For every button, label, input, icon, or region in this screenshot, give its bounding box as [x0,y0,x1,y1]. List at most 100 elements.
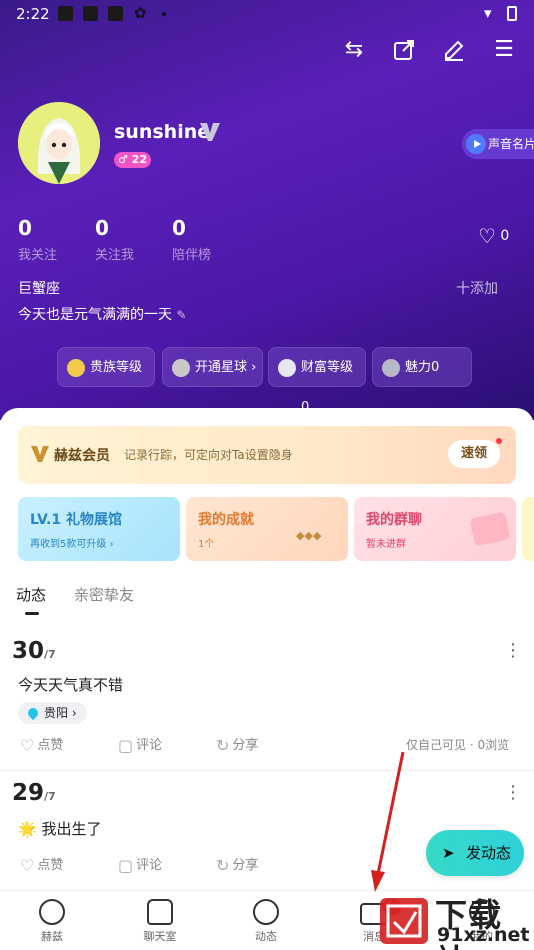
wealth-level-pill[interactable]: 财富等级 0 [268,347,366,415]
status-bar: 2:22 ✿ ▾ [0,0,534,28]
settings-status-icon: ✿ [134,4,147,22]
post-day: 30 [12,638,45,664]
share-button[interactable]: ↻ 分享 [216,854,258,875]
location-pin-icon [25,705,41,721]
level-value: 22 [131,153,147,166]
content-tabs: 动态 亲密挚友 [0,584,534,620]
heart-icon: ♡ [478,224,496,248]
nav-moments[interactable]: 动态 [226,899,306,944]
more-card[interactable] [522,497,534,561]
nav-chatroom[interactable]: 聊天室 [120,899,200,944]
pill-label: 开通星球 [195,360,248,375]
send-icon: ➤ [442,844,455,862]
like-label: 点赞 [37,858,64,873]
vip-v-icon [200,123,220,141]
like-label: 点赞 [37,738,64,753]
stat-companion-rank[interactable]: 0 陪伴榜 [172,216,211,263]
card-subtitle: 1个 [198,539,215,550]
active-tab-indicator [25,612,39,615]
post-month: /7 [44,648,56,661]
chatroom-icon [147,899,173,925]
stat-following[interactable]: 0 我关注 [18,216,57,263]
likes-value: 0 [500,228,510,244]
nav-hertz[interactable]: 赫兹 [12,899,92,944]
location-tag[interactable]: 贵阳 › [18,702,87,724]
wifi-icon: ▾ [484,4,492,22]
card-title: LV.1 礼物展馆 [30,512,122,528]
like-button[interactable]: ♡ 点赞 [20,854,63,875]
notification-icon [108,6,123,21]
add-tag-button[interactable]: 十添加 [456,278,498,298]
share-label: 分享 [232,858,259,873]
post-text: 今天天气真不错 [18,676,124,694]
charm-icon [382,359,400,377]
bio-text: 今天也是元气满满的一天 [18,307,172,323]
post-date: 30/7 [12,638,56,664]
charm-pill[interactable]: 魅力0 [372,347,472,387]
gift-gallery-card[interactable]: LV.1 礼物展馆 再收到5款可升级 › [18,497,180,561]
hertz-v-icon [31,446,49,462]
vip-banner[interactable]: 赫兹会员 记录行踪，可定向对Ta设置隐身 速领 [18,426,516,484]
noble-level-pill[interactable]: 贵族等级 [57,347,155,387]
achievements-card[interactable]: 我的成就 1个 ◆◆◆ [186,497,348,561]
avatar[interactable] [18,102,100,184]
level-badge: ♂ 22 [114,152,151,168]
crown-icon [67,359,85,377]
comment-label: 评论 [136,738,163,753]
post-moment-button[interactable]: ➤ 发动态 [426,830,524,876]
compass-icon [253,899,279,925]
tab-close-friends[interactable]: 亲密挚友 [74,584,134,605]
level-pills: 贵族等级 开通星球 › 财富等级 0 魅力0 [0,347,534,415]
red-dot-badge [496,438,502,444]
visibility-views: 仅自己可见 · 0浏览 [406,738,510,752]
comment-icon: ▢ [118,736,134,755]
share-label: 分享 [232,738,259,753]
hertz-icon [39,899,65,925]
status-time: 2:22 [16,5,50,23]
location-label: 贵阳 [44,706,69,720]
card-subtitle-text: 再收到5款可升级 [30,539,107,550]
more-options-icon[interactable]: ⋮ [504,640,522,661]
likes-count[interactable]: ♡ 0 [478,224,509,248]
header-actions: ⇆ ☰ [340,36,520,64]
nav-label: 赫兹 [41,930,63,943]
planet-icon [172,359,190,377]
pill-label: 财富等级 0 [301,360,354,415]
voice-card-label: 声音名片 [488,137,534,151]
comment-button[interactable]: ▢ 评论 [118,734,162,755]
stat-value: 0 [18,216,32,240]
stat-label: 关注我 [95,248,135,263]
my-groups-card[interactable]: 我的群聊 暂未进群 [354,497,516,561]
share-icon[interactable] [390,36,418,64]
planet-pill[interactable]: 开通星球 › [162,347,263,387]
pill-label: 贵族等级 [90,360,143,375]
card-title: 我的成就 [198,512,254,528]
tab-moments[interactable]: 动态 [16,584,46,605]
watermark-url: 91xz.net [437,924,530,946]
bio[interactable]: 今天也是元气满满的一天 ✎ [18,304,187,324]
play-icon [466,134,486,154]
zodiac-tag: 巨蟹座 [18,281,60,297]
more-options-icon[interactable]: ⋮ [504,782,522,803]
share-button[interactable]: ↻ 分享 [216,734,258,755]
notification-icon [58,6,73,21]
vip-description: 记录行踪，可定向对Ta设置隐身 [124,448,293,462]
post-text: 🌟 我出生了 [18,820,102,838]
post-date: 29/7 [12,780,56,806]
nav-label: 聊天室 [143,930,177,943]
stat-value: 0 [172,216,186,240]
like-button[interactable]: ♡ 点赞 [20,734,63,755]
comment-label: 评论 [136,858,163,873]
stat-label: 陪伴榜 [172,248,212,263]
stat-followers[interactable]: 0 关注我 [95,216,134,263]
edit-icon[interactable] [440,36,468,64]
vip-name: 赫兹会员 [54,448,110,464]
post-day: 29 [12,780,45,806]
voice-card-button[interactable]: 声音名片 [462,129,534,159]
achievement-badges-icon: ◆◆◆ [296,529,322,542]
switch-icon[interactable]: ⇆ [340,36,368,64]
menu-icon[interactable]: ☰ [490,36,518,64]
nav-label: 动态 [255,930,277,943]
comment-button[interactable]: ▢ 评论 [118,854,162,875]
vip-claim-button[interactable]: 速领 [448,440,500,468]
